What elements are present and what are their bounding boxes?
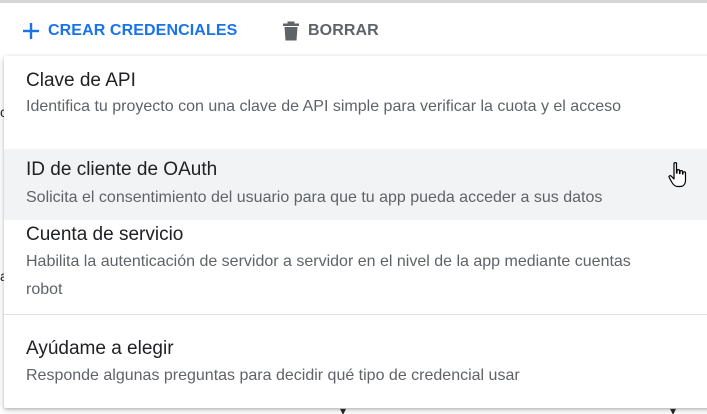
menu-item-api-key[interactable]: Clave de API Identifica tu proyecto con … [4,56,707,146]
menu-item-title: Cuenta de servicio [26,224,184,245]
menu-item-service-account[interactable]: Cuenta de servicio Habilita la autentica… [4,220,707,310]
menu-item-title: ID de cliente de OAuth [26,159,218,180]
trash-icon [283,21,299,41]
create-credentials-menu: Clave de API Identifica tu proyecto con … [4,56,707,408]
delete-button[interactable]: BORRAR [282,17,379,45]
menu-item-help-me-choose[interactable]: Ayúdame a elegir Responde algunas pregun… [4,328,707,398]
menu-item-description: Responde algunas preguntas para decidir … [26,367,520,384]
delete-label: BORRAR [308,22,379,39]
plus-icon [23,23,39,39]
toolbar: CREAR CREDENCIALES BORRAR [0,3,707,55]
menu-item-oauth-client-id[interactable]: ID de cliente de OAuth Solicita el conse… [4,149,707,220]
hand-cursor-icon [668,162,687,188]
menu-divider [4,314,707,315]
menu-item-description: Solicita el consentimiento del usuario p… [26,189,603,206]
menu-item-description: Identifica tu proyecto con una clave de … [26,98,621,115]
page: CREAR CREDENCIALES BORRAR c a ▾ ▾ Clave … [0,0,707,414]
create-credentials-label: CREAR CREDENCIALES [48,22,238,39]
menu-item-title: Ayúdame a elegir [26,338,174,359]
menu-item-title: Clave de API [26,70,136,91]
menu-item-description: Habilita la autenticación de servidor a … [26,253,631,298]
create-credentials-button[interactable]: CREAR CREDENCIALES [22,17,237,45]
